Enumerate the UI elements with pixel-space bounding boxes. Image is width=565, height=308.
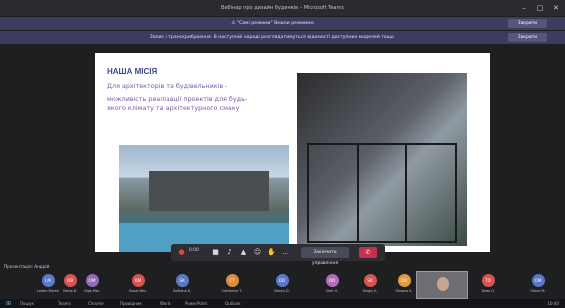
self-view-video[interactable] (416, 271, 468, 299)
windows-start-icon[interactable]: ⊞ (5, 300, 12, 307)
participant-tile[interactable]: SK Svitlana K. (164, 272, 200, 296)
taskbar-clock: 10:40 (547, 301, 559, 306)
banner-text: ⚠ "Самі режими" Вмили режимом (231, 21, 314, 26)
microphone-icon[interactable]: ♪ (225, 248, 234, 257)
minimize-icon[interactable]: – (517, 0, 531, 16)
banner-close-button[interactable]: Закрити (507, 33, 547, 42)
participant-tile[interactable]: CT Catherine T. (214, 272, 250, 296)
house-shape (149, 171, 269, 211)
house-interior-image (297, 73, 467, 246)
participant-name: Olga Mar. (83, 289, 101, 293)
banner-close-button[interactable]: Закрити (507, 19, 547, 28)
transcription-banner: Запис і транскрибування. В наступній нар… (0, 31, 565, 44)
avatar: OM (531, 274, 545, 287)
avatar: SK (175, 274, 189, 287)
raise-hand-icon[interactable]: ✋ (267, 248, 276, 257)
maximize-icon[interactable]: □ (533, 0, 547, 16)
reactions-icon[interactable]: ☺ (253, 248, 262, 257)
banner-text: Запис і транскрибування. В наступній нар… (149, 35, 396, 40)
participant-name: Taras O. (481, 289, 495, 293)
taskbar-app[interactable]: Word (160, 300, 170, 307)
taskbar-app[interactable]: Пошук (20, 300, 34, 307)
hang-up-button[interactable]: ✆ (359, 247, 377, 258)
avatar: DD (275, 274, 289, 287)
participant-tile[interactable]: OO Oleh O. (314, 272, 350, 296)
meeting-controls: ● 0:00 ■ ♪ ▲ ☺ ✋ … Закінчити управління … (171, 244, 385, 266)
recording-banner: ⚠ "Самі режими" Вмили режимом Закрити (0, 17, 565, 30)
participant-name: Catherine T. (221, 289, 243, 293)
share-icon[interactable]: ▲ (239, 248, 248, 257)
slide-heading: НАША МІСІЯ (107, 67, 158, 76)
avatar: OM (85, 274, 99, 287)
window-frame (357, 143, 407, 243)
avatar: OK (397, 274, 411, 287)
taskbar-app[interactable]: Outlook (225, 300, 241, 307)
participant-name: Oleh O. (325, 289, 339, 293)
window-titlebar: Вебінар про дизайн будинків – Microsoft … (0, 0, 565, 16)
avatar: KM (131, 274, 145, 287)
taskbar-app[interactable]: Chrome (88, 300, 104, 307)
taskbar-app[interactable]: Провідник (120, 300, 142, 307)
participant-name: Koval Mar. (129, 289, 147, 293)
avatar: TO (481, 274, 495, 287)
window-title: Вебінар про дизайн будинків – Microsoft … (221, 5, 344, 11)
participant-name: Sergiy K. (362, 289, 378, 293)
participant-name: Denys D. (274, 289, 290, 293)
presenter-label: Презентація: Андрій (4, 264, 50, 269)
meeting-timer: 0:00 (189, 248, 199, 253)
participant-name: Olena M. (530, 289, 546, 293)
participant-tile[interactable]: OM Olga Mar. (74, 272, 110, 296)
avatar: SK (363, 274, 377, 287)
slide-body-text: можливість реалізації проектів для будь-… (107, 95, 248, 112)
record-icon[interactable]: ● (177, 248, 186, 257)
participant-tile[interactable]: KM Koval Mar. (120, 272, 156, 296)
os-taskbar: ⊞ Пошук Teams Chrome Провідник Word Powe… (0, 299, 565, 308)
avatar: CT (225, 274, 239, 287)
house-exterior-image (119, 145, 289, 252)
taskbar-app[interactable]: PowerPoint (185, 300, 207, 307)
more-options-icon[interactable]: … (281, 248, 290, 257)
stop-sharing-button[interactable]: Закінчити управління (301, 247, 349, 266)
avatar: OO (325, 274, 339, 287)
participant-name: Svitlana K. (172, 289, 192, 293)
participant-tile[interactable]: DD Denys D. (264, 272, 300, 296)
taskbar-app[interactable]: Teams (58, 300, 71, 307)
participant-tile[interactable]: TO Taras O. (470, 272, 506, 296)
close-icon[interactable]: ✕ (549, 0, 563, 16)
participants-strip: LM Lorem Meren OB Olena B. OM Olga Mar. KM K… (30, 272, 565, 296)
slide-subtitle: Для архітекторів та будівельників - (107, 82, 228, 90)
camera-icon[interactable]: ■ (211, 248, 220, 257)
participant-tile[interactable]: OM Olena M. (520, 272, 556, 296)
participant-face (437, 277, 449, 291)
participant-tile[interactable]: SK Sergiy K. (352, 272, 388, 296)
shared-slide: НАША МІСІЯ Для архітекторів та будівельн… (95, 53, 490, 252)
